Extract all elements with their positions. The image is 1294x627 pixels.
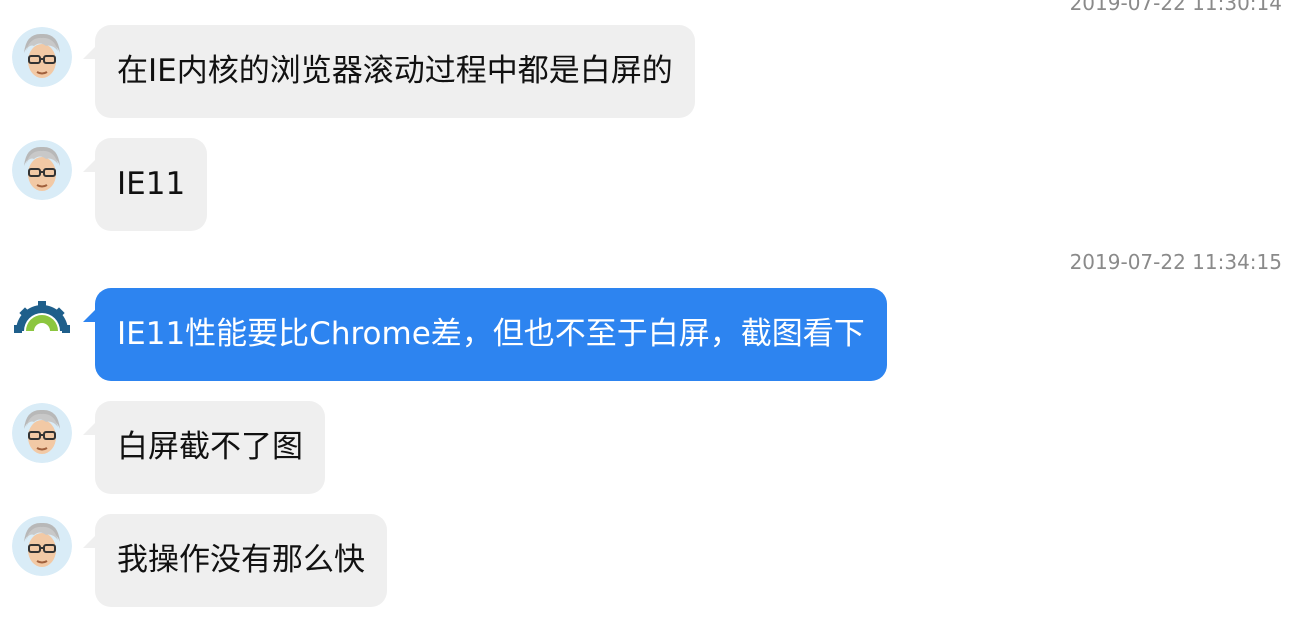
message-timestamp: 2019-07-22 11:30:14 bbox=[1069, 0, 1282, 15]
user-avatar-icon[interactable] bbox=[12, 516, 72, 576]
message-bubble[interactable]: 我操作没有那么快 bbox=[95, 514, 387, 607]
message-bubble[interactable]: 在IE内核的浏览器滚动过程中都是白屏的 bbox=[95, 25, 695, 118]
user-avatar-icon[interactable] bbox=[12, 403, 72, 463]
message-bubble[interactable]: 白屏截不了图 bbox=[95, 401, 325, 494]
message-timestamp: 2019-07-22 11:34:15 bbox=[1069, 250, 1282, 274]
user-avatar-icon[interactable] bbox=[12, 27, 72, 87]
message-bubble[interactable]: IE11 bbox=[95, 138, 208, 231]
gear-logo-icon[interactable] bbox=[12, 289, 72, 349]
chat-window: 2019-07-22 11:30:14 在IE内核的浏览器滚动过程中都是白屏的 bbox=[0, 0, 1294, 627]
user-avatar-icon[interactable] bbox=[12, 140, 72, 200]
message-bubble[interactable]: IE11性能要比Chrome差，但也不至于白屏，截图看下 bbox=[95, 288, 887, 381]
